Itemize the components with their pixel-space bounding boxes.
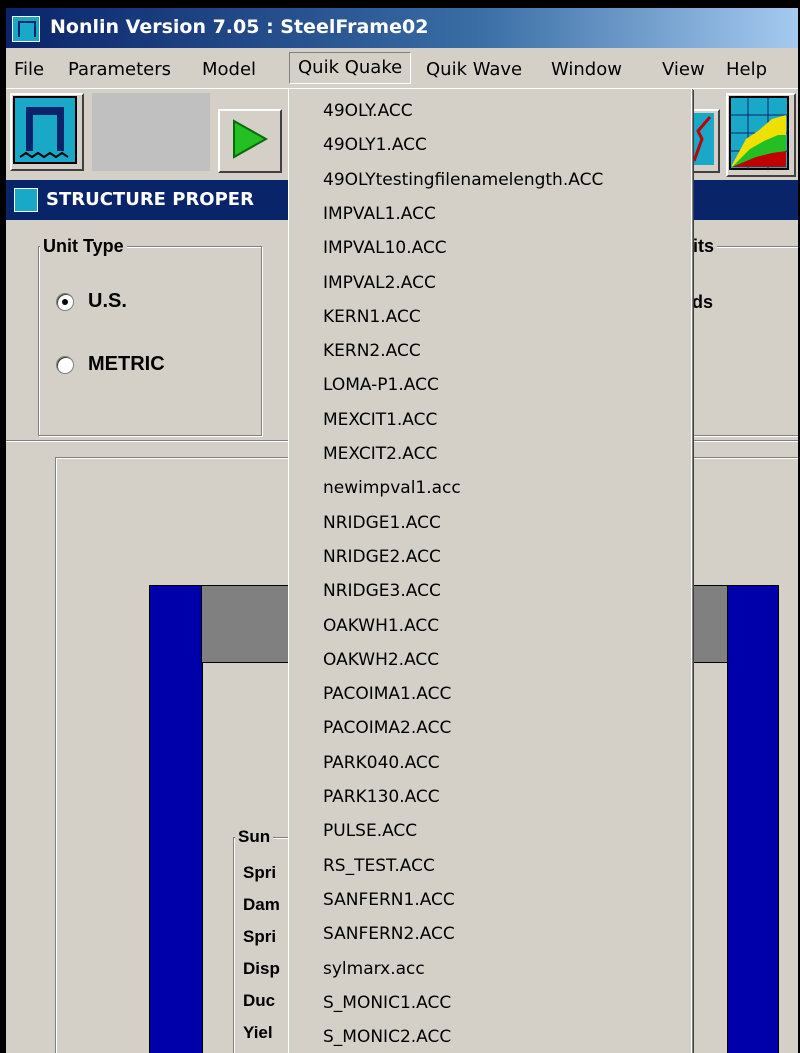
menu-bar: File Parameters Model Quik Quake Quik Wa… bbox=[6, 50, 798, 88]
quake-file-item[interactable]: IMPVAL10.ACC bbox=[323, 238, 447, 258]
menu-model[interactable]: Model bbox=[202, 59, 256, 80]
quake-file-item[interactable]: MEXCIT2.ACC bbox=[323, 444, 437, 464]
quake-file-item[interactable]: IMPVAL2.ACC bbox=[323, 273, 436, 293]
menu-file[interactable]: File bbox=[14, 59, 44, 80]
summary-row-damping: Dam bbox=[243, 895, 280, 914]
quake-file-item[interactable]: KERN2.ACC bbox=[323, 341, 421, 361]
window-title: Nonlin Version 7.05 : SteelFrame02 bbox=[50, 16, 429, 38]
summary-row-displacement: Disp bbox=[243, 959, 280, 978]
summary-row-yield: Yiel bbox=[243, 1023, 273, 1042]
quake-file-item[interactable]: KERN1.ACC bbox=[323, 307, 421, 327]
quake-file-item[interactable]: LOMA-P1.ACC bbox=[323, 375, 439, 395]
summary-row-ductility: Duc bbox=[243, 991, 276, 1010]
spectrum-button[interactable] bbox=[726, 93, 796, 177]
menu-quik-wave[interactable]: Quik Wave bbox=[426, 59, 522, 80]
quake-file-item[interactable]: IMPVAL1.ACC bbox=[323, 204, 436, 224]
radio-us-label: U.S. bbox=[88, 290, 127, 312]
structure-button[interactable] bbox=[10, 93, 84, 171]
right-column bbox=[727, 585, 779, 1053]
quake-file-item[interactable]: NRIDGE1.ACC bbox=[323, 513, 441, 533]
quake-file-item[interactable]: PARK040.ACC bbox=[323, 753, 440, 773]
play-icon bbox=[233, 119, 269, 159]
quake-file-item[interactable]: RS_TEST.ACC bbox=[323, 856, 435, 876]
quake-file-item[interactable]: newimpval1.acc bbox=[323, 478, 461, 498]
units-group-label: its bbox=[690, 236, 718, 257]
menu-window[interactable]: Window bbox=[551, 59, 622, 80]
quake-file-item[interactable]: S_MONIC1.ACC bbox=[323, 993, 451, 1013]
app-frame-icon[interactable] bbox=[12, 16, 40, 42]
quake-file-item[interactable]: 49OLYtestingfilenamelength.ACC bbox=[323, 170, 603, 190]
toolbar-spacer bbox=[92, 93, 210, 171]
units-option-label: ds bbox=[692, 292, 714, 312]
spectrum-icon bbox=[729, 96, 789, 170]
run-button[interactable] bbox=[218, 109, 282, 173]
quake-file-item[interactable]: 49OLY.ACC bbox=[323, 101, 413, 121]
quake-file-item[interactable]: PACOIMA1.ACC bbox=[323, 684, 451, 704]
quake-file-item[interactable]: PULSE.ACC bbox=[323, 821, 417, 841]
quake-file-item[interactable]: NRIDGE2.ACC bbox=[323, 547, 441, 567]
menu-quik-quake[interactable]: Quik Quake bbox=[289, 52, 412, 84]
app-window: Nonlin Version 7.05 : SteelFrame02 File … bbox=[6, 8, 798, 1053]
units-group bbox=[688, 246, 798, 436]
quake-file-item[interactable]: OAKWH1.ACC bbox=[323, 616, 439, 636]
summary-row-spring: Spri bbox=[243, 863, 277, 882]
child-window-title: STRUCTURE PROPER bbox=[46, 189, 254, 210]
quake-file-item[interactable]: SANFERN2.ACC bbox=[323, 924, 455, 944]
menu-view[interactable]: View bbox=[662, 59, 705, 80]
quake-file-item[interactable]: S_MONIC2.ACC bbox=[323, 1027, 451, 1047]
plot-button[interactable] bbox=[690, 109, 720, 173]
unit-type-label: Unit Type bbox=[40, 236, 127, 257]
quake-file-item[interactable]: sylmarx.acc bbox=[323, 959, 425, 979]
radio-metric-label: METRIC bbox=[88, 353, 165, 375]
menu-help[interactable]: Help bbox=[726, 59, 767, 80]
child-frame-icon[interactable] bbox=[14, 188, 38, 212]
quake-file-item[interactable]: 49OLY1.ACC bbox=[323, 135, 427, 155]
menu-parameters[interactable]: Parameters bbox=[68, 59, 171, 80]
quake-file-item[interactable]: MEXCIT1.ACC bbox=[323, 410, 437, 430]
title-bar: Nonlin Version 7.05 : SteelFrame02 bbox=[6, 8, 798, 48]
left-column bbox=[149, 585, 203, 1053]
quake-file-item[interactable]: PACOIMA2.ACC bbox=[323, 718, 451, 738]
radio-us[interactable] bbox=[56, 293, 74, 311]
unit-type-group bbox=[38, 246, 262, 436]
quake-file-item[interactable]: NRIDGE3.ACC bbox=[323, 581, 441, 601]
summary-row-spring2: Spri bbox=[243, 927, 277, 946]
quik-quake-dropdown: 49OLY.ACC 49OLY1.ACC 49OLYtestingfilenamel… bbox=[288, 88, 692, 1053]
radio-metric[interactable] bbox=[56, 356, 74, 374]
frame-icon bbox=[13, 96, 77, 164]
summary-label: Sun bbox=[235, 827, 274, 847]
quake-file-item[interactable]: OAKWH2.ACC bbox=[323, 650, 439, 670]
quake-file-item[interactable]: PARK130.ACC bbox=[323, 787, 440, 807]
quake-file-item[interactable]: SANFERN1.ACC bbox=[323, 890, 455, 910]
graph-icon bbox=[692, 113, 714, 165]
